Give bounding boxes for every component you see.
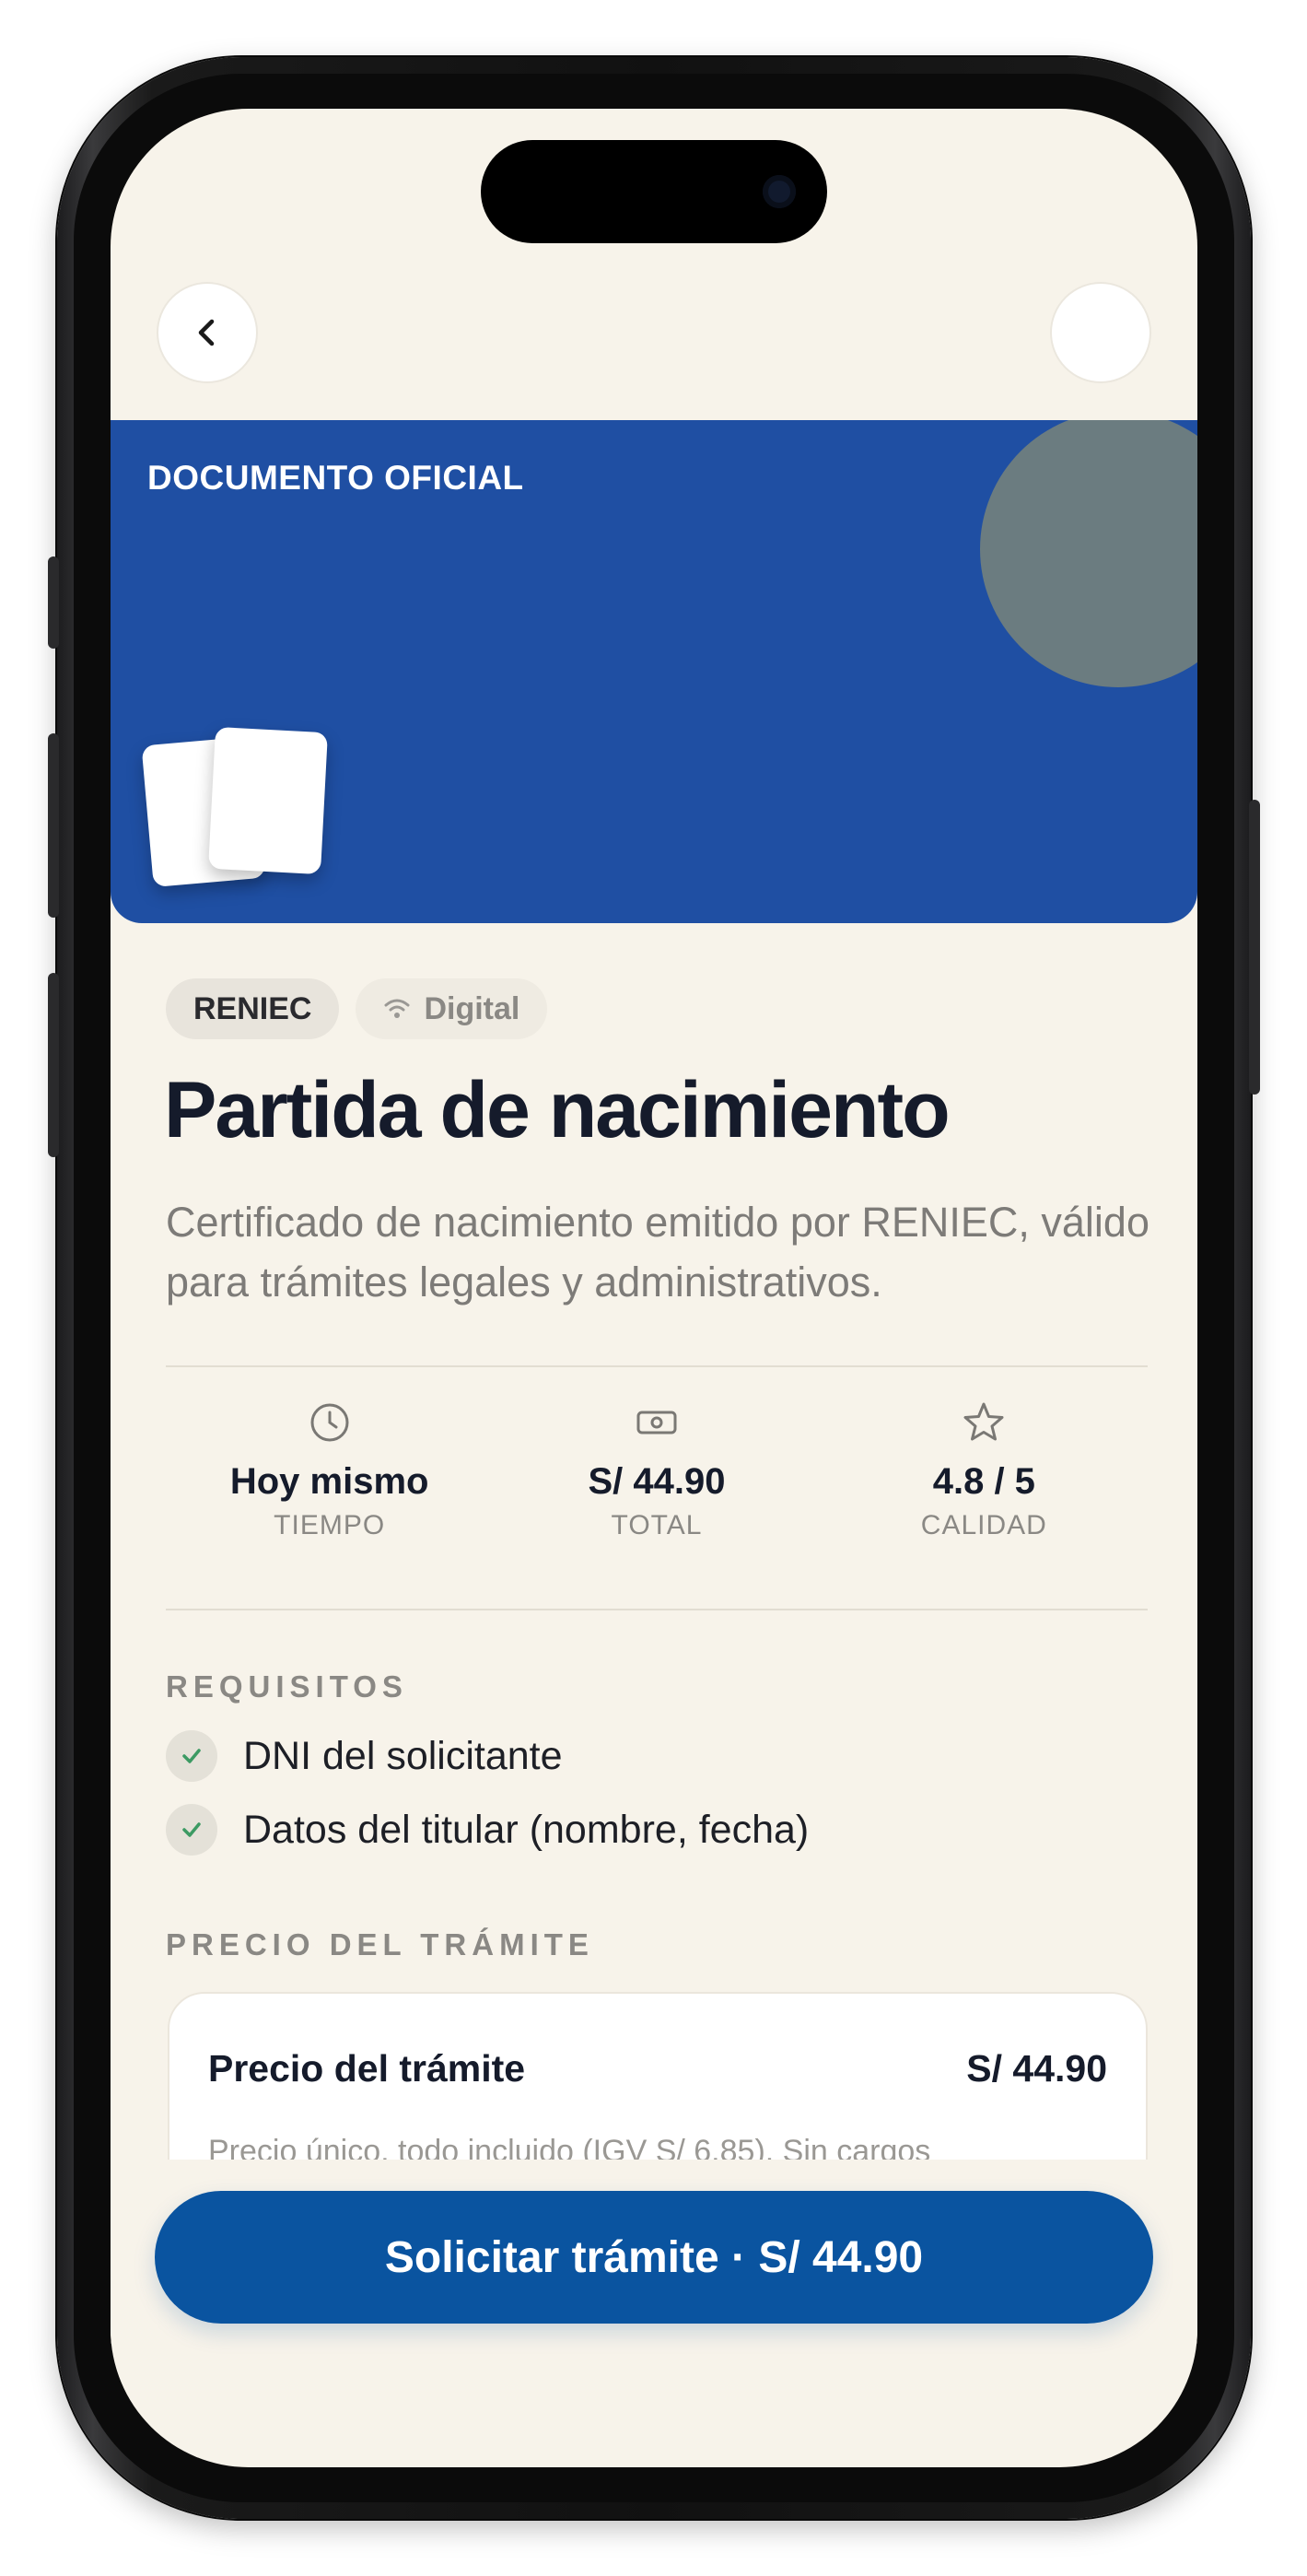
- price-value: S/ 44.90: [966, 2047, 1107, 2090]
- stat-quality-label: CALIDAD: [920, 1510, 1047, 1540]
- requirement-text: Datos del titular (nombre, fecha): [243, 1807, 810, 1852]
- stat-time-value: Hoy mismo: [229, 1461, 429, 1502]
- hero-decoration: [980, 420, 1197, 687]
- menu-button[interactable]: [1050, 282, 1151, 383]
- request-button-label: Solicitar trámite · S/ 44.90: [384, 2232, 924, 2282]
- chevron-left-icon: [198, 319, 215, 346]
- document-icon: [208, 726, 328, 875]
- stat-total-label: TOTAL: [611, 1510, 703, 1540]
- stat-quality-value: 4.8 / 5: [932, 1461, 1035, 1502]
- volume-down-button: [48, 973, 59, 1157]
- divider: [166, 1609, 1148, 1610]
- mode-chip-label: Digital: [424, 990, 520, 1026]
- divider: [166, 1365, 1148, 1367]
- requirements-heading: REQUISITOS: [166, 1669, 408, 1704]
- service-description: Certificado de nacimiento emitido por RE…: [166, 1199, 1149, 1306]
- volume-up-button: [48, 733, 59, 918]
- cash-icon: [636, 1411, 677, 1434]
- stat-total: S/ 44.90 TOTAL: [493, 1399, 820, 1541]
- requirements-list: DNI del solicitante Datos del titular (n…: [166, 1719, 809, 1867]
- price-title: Precio del trámite: [208, 2047, 526, 2090]
- stat-time: Hoy mismo TIEMPO: [166, 1399, 493, 1541]
- check-icon: [166, 1804, 217, 1856]
- chip-row: RENIEC Digital: [166, 978, 548, 1039]
- power-button: [1249, 800, 1260, 1095]
- entity-chip-label: RENIEC: [193, 990, 312, 1026]
- entity-chip: RENIEC: [166, 978, 340, 1039]
- hero-tag: DOCUMENTO OFICIAL: [147, 459, 524, 497]
- screen: DOCUMENTO OFICIAL RENIEC Digital Partida…: [111, 109, 1197, 2467]
- star-icon: [963, 1402, 1004, 1441]
- hero-banner: DOCUMENTO OFICIAL: [111, 420, 1197, 923]
- dynamic-island: [481, 140, 827, 243]
- request-button[interactable]: Solicitar trámite · S/ 44.90: [155, 2191, 1153, 2324]
- list-item: DNI del solicitante: [166, 1719, 809, 1793]
- page-title: Partida de nacimiento: [164, 1066, 951, 1154]
- stats-row: Hoy mismo TIEMPO S/ 44.90 TOTAL 4.8 / 5 …: [166, 1399, 1148, 1541]
- stat-total-value: S/ 44.90: [588, 1461, 726, 1502]
- requirement-text: DNI del solicitante: [243, 1733, 563, 1778]
- stat-time-label: TIEMPO: [274, 1510, 386, 1540]
- camera-icon: [763, 175, 796, 208]
- action-button: [48, 556, 59, 649]
- back-button[interactable]: [157, 282, 258, 383]
- stat-quality: 4.8 / 5 CALIDAD: [821, 1399, 1148, 1541]
- list-item: Datos del titular (nombre, fecha): [166, 1793, 809, 1867]
- price-heading: PRECIO DEL TRÁMITE: [166, 1927, 594, 1961]
- clock-icon: [310, 1403, 349, 1442]
- check-icon: [166, 1730, 217, 1782]
- mode-chip: Digital: [356, 978, 548, 1039]
- wifi-icon: [384, 999, 410, 1018]
